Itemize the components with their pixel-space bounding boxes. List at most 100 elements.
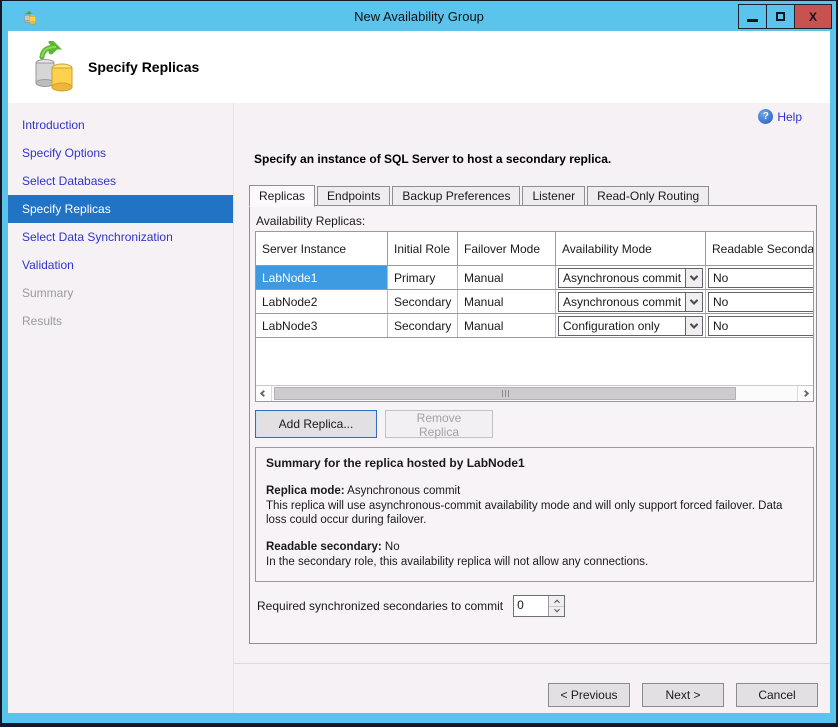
spin-up-button[interactable] [549,596,564,607]
page-title: Specify Replicas [88,59,199,75]
minimize-icon [747,19,758,22]
cell-initial-role: Secondary [388,290,458,313]
scroll-left-button[interactable] [256,386,272,401]
titlebar[interactable]: New Availability Group X [2,1,836,31]
column-header-failover-mode[interactable]: Failover Mode [458,232,556,265]
table-row[interactable]: LabNode3 Secondary Manual Configuration … [256,314,813,338]
readable-secondary-dropdown[interactable]: No [708,268,813,288]
readable-secondary-dropdown[interactable]: No [708,292,813,312]
readable-secondary-value: No [713,271,728,285]
column-header-readable-secondary[interactable]: Readable Secondary [706,232,813,265]
quorum-value[interactable]: 0 [514,596,548,616]
cell-server-instance[interactable]: LabNode1 [256,266,388,289]
caption-buttons: X [739,4,832,29]
cell-server-instance[interactable]: LabNode3 [256,314,388,337]
close-icon: X [809,10,817,24]
availability-mode-value: Asynchronous commit [559,293,685,311]
desktop: New Availability Group X [0,0,838,727]
availability-mode-dropdown[interactable]: Asynchronous commit [558,292,703,312]
chevron-down-icon[interactable] [685,317,702,335]
grid-header-row: Server Instance Initial Role Failover Mo… [256,232,813,266]
app-database-icon [22,8,39,25]
summary-readable-secondary: Readable secondary: No In the secondary … [266,540,803,570]
tab-backup-preferences[interactable]: Backup Preferences [392,186,520,206]
scroll-right-button[interactable] [797,386,813,401]
sidebar-item-select-databases[interactable]: Select Databases [8,167,233,195]
cell-availability-mode: Configuration only [556,314,706,337]
spin-down-button[interactable] [549,607,564,617]
availability-replicas-label: Availability Replicas: [256,214,816,228]
column-header-initial-role[interactable]: Initial Role [388,232,458,265]
availability-replicas-grid: Server Instance Initial Role Failover Mo… [255,231,814,402]
new-availability-group-window: New Availability Group X [2,1,836,723]
cell-server-instance[interactable]: LabNode2 [256,290,388,313]
replicas-database-icon [30,41,80,93]
availability-mode-dropdown[interactable]: Asynchronous commit [558,268,703,288]
chevron-down-icon [554,607,560,613]
cell-initial-role: Secondary [388,314,458,337]
sidebar-item-introduction[interactable]: Introduction [8,111,233,139]
column-header-server-instance[interactable]: Server Instance [256,232,388,265]
maximize-button[interactable] [766,4,795,29]
cell-readable-secondary: No [706,314,813,337]
main-column: ? Help Specify an instance of SQL Server… [234,103,830,713]
spinner-buttons [548,596,564,616]
cell-availability-mode: Asynchronous commit [556,290,706,313]
replicas-tab-page: Availability Replicas: Server Instance I… [249,205,817,644]
sidebar-item-validation[interactable]: Validation [8,251,233,279]
table-row[interactable]: LabNode1 Primary Manual Asynchronous com… [256,266,813,290]
chevron-down-icon[interactable] [685,269,702,287]
replica-buttons-row: Add Replica... Remove Replica [255,410,816,438]
tab-read-only-routing[interactable]: Read-Only Routing [587,186,709,206]
tab-endpoints[interactable]: Endpoints [317,186,390,206]
cell-failover-mode: Manual [458,266,556,289]
replica-mode-label: Replica mode: [266,485,345,497]
availability-mode-dropdown[interactable]: Configuration only [558,316,703,336]
add-replica-button[interactable]: Add Replica... [255,410,377,438]
cell-initial-role: Primary [388,266,458,289]
readable-secondary-label: Readable secondary: [266,541,382,553]
tab-listener[interactable]: Listener [522,186,585,206]
cancel-button[interactable]: Cancel [736,683,818,707]
sidebar-item-select-data-synchronization[interactable]: Select Data Synchronization [8,223,233,251]
chevron-right-icon [802,390,809,397]
next-button[interactable]: Next > [642,683,724,707]
cell-readable-secondary: No [706,290,813,313]
column-header-availability-mode[interactable]: Availability Mode [556,232,706,265]
help-icon: ? [758,109,773,124]
availability-mode-value: Asynchronous commit [559,269,685,287]
sidebar-item-results: Results [8,307,233,335]
previous-button[interactable]: < Previous [548,683,630,707]
maximize-icon [776,12,785,21]
chevron-down-icon[interactable] [685,293,702,311]
scrollbar-thumb[interactable] [274,387,736,400]
chevron-up-icon [554,599,560,605]
page-instruction: Specify an instance of SQL Server to hos… [254,152,611,166]
readable-secondary-dropdown[interactable]: No [708,316,813,336]
summary-title: Summary for the replica hosted by LabNod… [266,456,803,472]
sidebar-item-specify-options[interactable]: Specify Options [8,139,233,167]
remove-replica-button: Remove Replica [385,410,493,438]
quorum-label: Required synchronized secondaries to com… [257,599,503,613]
quorum-row: Required synchronized secondaries to com… [257,595,816,617]
close-button[interactable]: X [794,4,832,29]
tab-replicas[interactable]: Replicas [249,185,315,207]
quorum-stepper[interactable]: 0 [513,595,565,617]
cell-failover-mode: Manual [458,314,556,337]
replica-mode-description: This replica will use asynchronous-commi… [266,499,803,529]
help-link[interactable]: ? Help [758,109,802,124]
wizard-footer: < Previous Next > Cancel [234,663,830,713]
wizard-header: Specify Replicas [8,31,830,103]
wizard-steps-sidebar: Introduction Specify Options Select Data… [8,103,234,713]
table-row[interactable]: LabNode2 Secondary Manual Asynchronous c… [256,290,813,314]
minimize-button[interactable] [738,4,767,29]
summary-replica-mode: Replica mode: Asynchronous commit This r… [266,484,803,529]
sidebar-item-specify-replicas[interactable]: Specify Replicas [8,195,233,223]
main-pane: ? Help Specify an instance of SQL Server… [234,103,830,663]
cell-readable-secondary: No [706,266,813,289]
help-label: Help [777,110,802,124]
cell-failover-mode: Manual [458,290,556,313]
tab-strip: Replicas Endpoints Backup Preferences Li… [249,184,711,206]
horizontal-scrollbar[interactable] [256,385,813,401]
scrollbar-track[interactable] [272,386,797,401]
